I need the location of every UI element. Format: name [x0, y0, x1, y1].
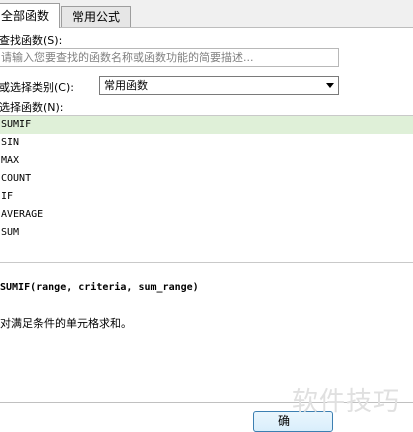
category-select-value: 常用函数: [104, 79, 148, 92]
function-list-item[interactable]: SUM: [0, 224, 413, 242]
category-label: 或选择类别(C):: [0, 81, 74, 94]
category-select[interactable]: 常用函数: [99, 76, 339, 95]
tab-all-functions[interactable]: 全部函数: [0, 3, 60, 28]
tab-bar: 常用公式 全部函数: [0, 0, 413, 28]
search-label: 查找函数(S):: [0, 34, 63, 47]
function-list-item[interactable]: MAX: [0, 152, 413, 170]
search-input[interactable]: [0, 48, 339, 67]
chevron-down-icon[interactable]: [326, 83, 334, 88]
function-list-item[interactable]: SUMIF: [0, 116, 413, 134]
function-description: 对满足条件的单元格求和。: [0, 317, 132, 330]
watermark: 软件技巧: [292, 387, 401, 417]
function-list-item[interactable]: COUNT: [0, 170, 413, 188]
function-syntax: SUMIF(range, criteria, sum_range): [0, 282, 199, 293]
function-list-item[interactable]: AVERAGE: [0, 206, 413, 224]
function-list-item[interactable]: IF: [0, 188, 413, 206]
tab-common-formulas[interactable]: 常用公式: [61, 6, 131, 27]
function-list-label: 选择函数(N):: [0, 101, 64, 114]
function-list[interactable]: SUMIF SIN MAX COUNT IF AVERAGE SUM: [0, 115, 413, 263]
function-list-item[interactable]: SIN: [0, 134, 413, 152]
